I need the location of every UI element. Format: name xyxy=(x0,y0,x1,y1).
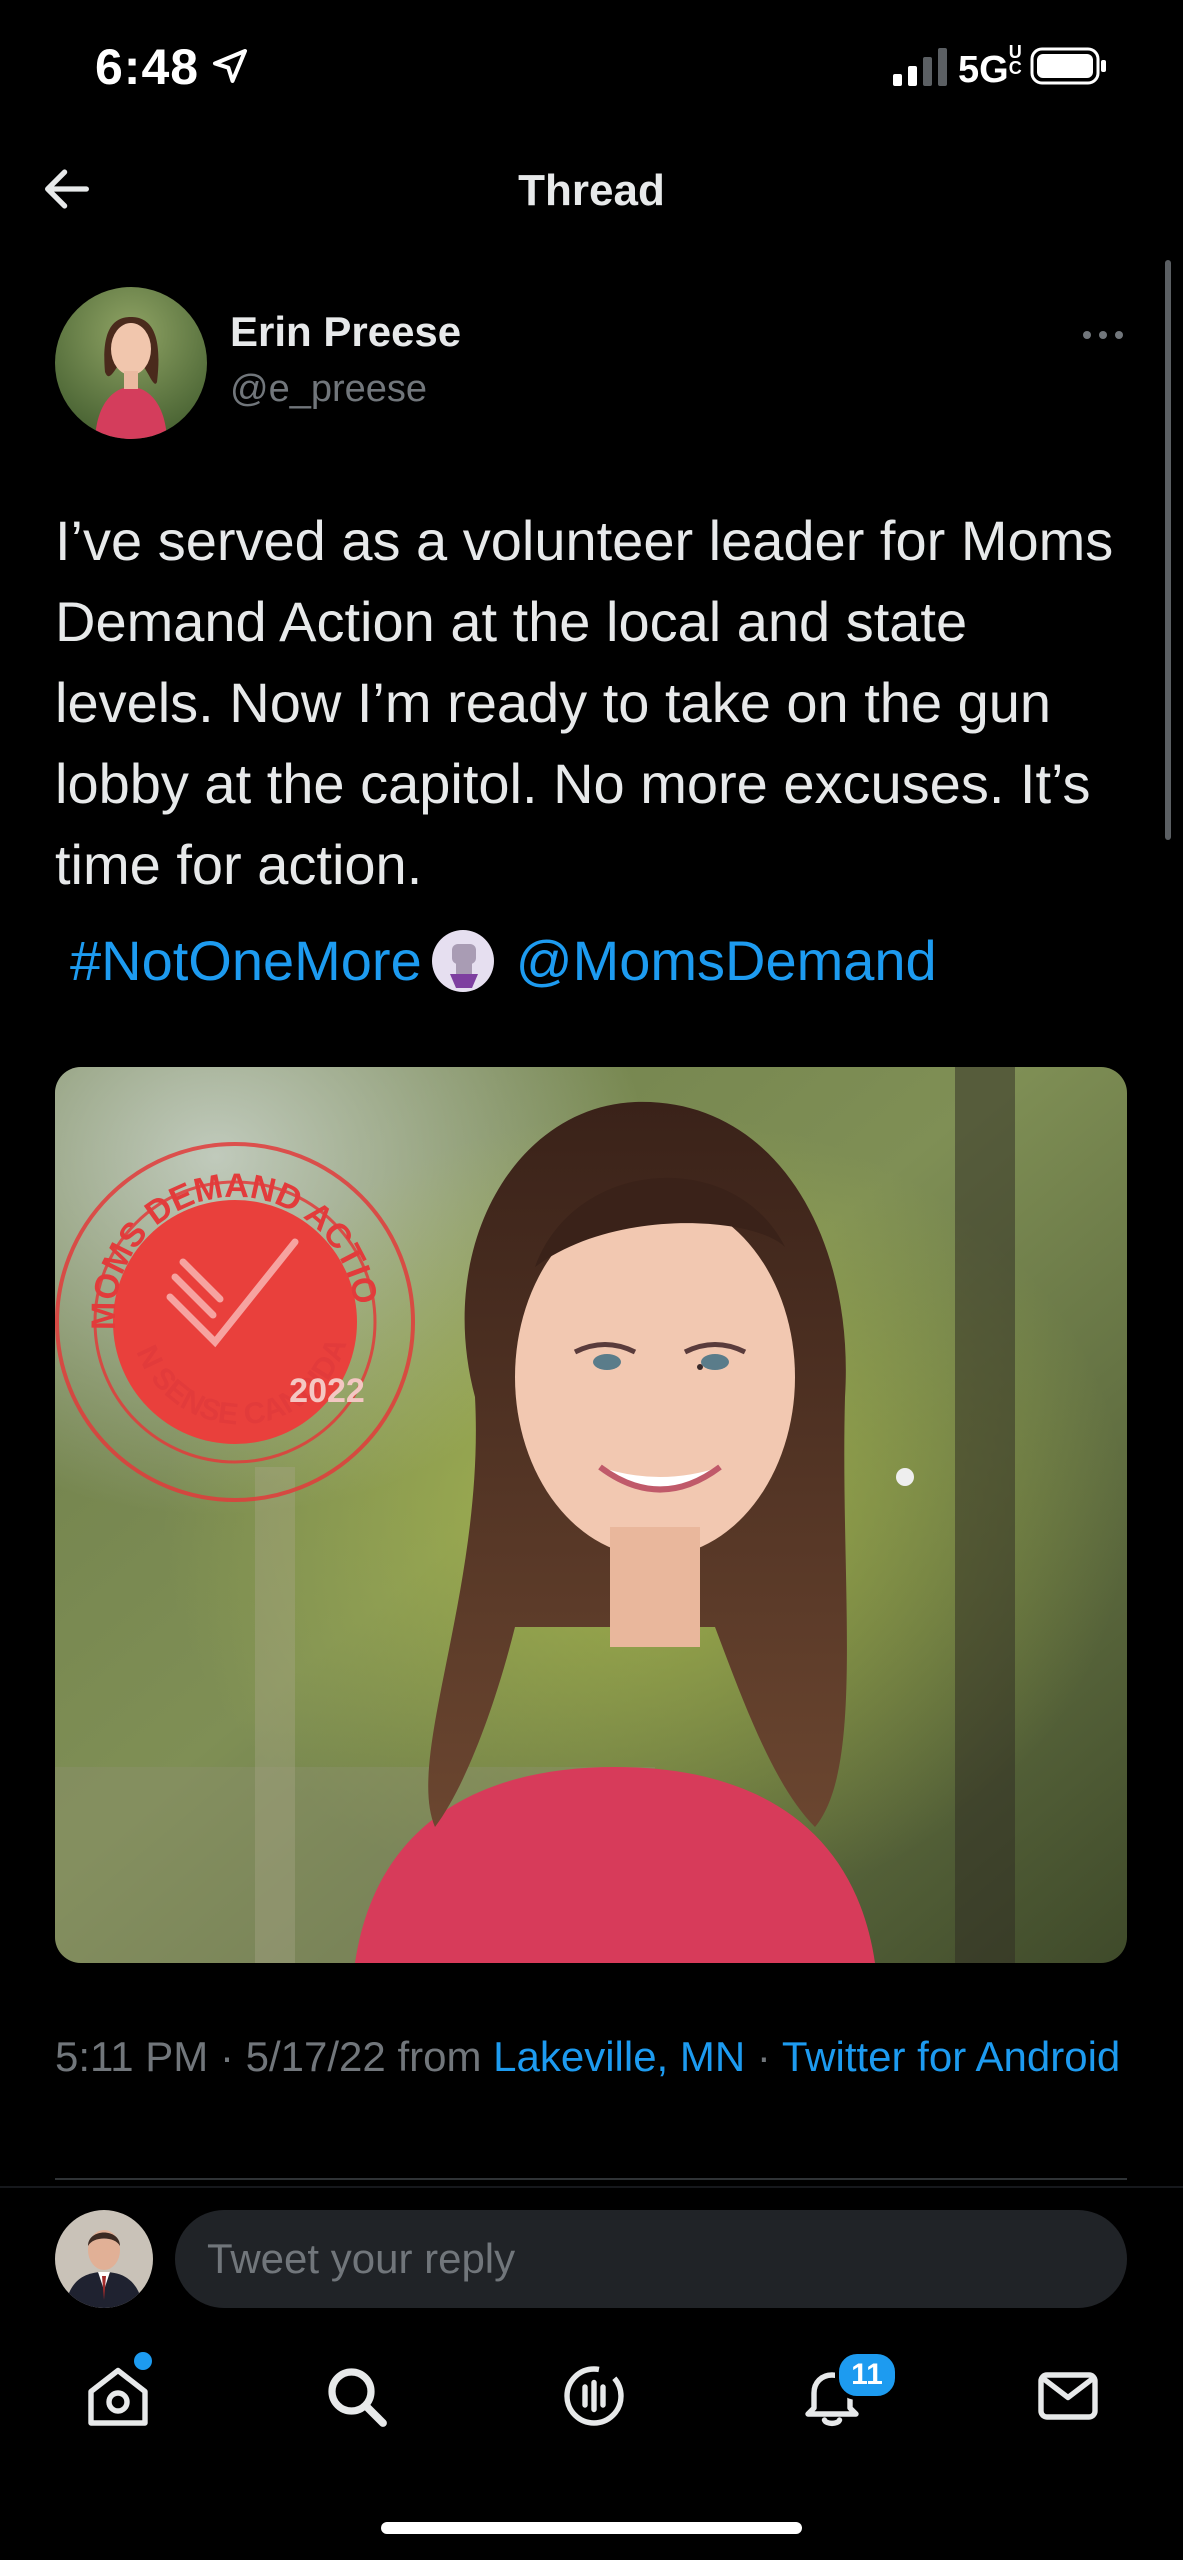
reply-input[interactable] xyxy=(175,2210,1127,2308)
mention-link[interactable]: @MomsDemand xyxy=(516,928,937,993)
my-avatar[interactable] xyxy=(55,2210,153,2308)
location-arrow-icon xyxy=(213,49,247,83)
scrollbar[interactable] xyxy=(1165,260,1171,840)
tweet-meta: 5:11 PM · 5/17/22 from Lakeville, MN · T… xyxy=(55,2028,1135,2086)
divider xyxy=(0,2186,1183,2188)
tweet-photo-image: MOMS DEMAND ACTION GUN SENSE CANDIDATE 2… xyxy=(55,1067,1127,1963)
search-icon[interactable] xyxy=(320,2360,392,2432)
meta-sep: · xyxy=(219,2033,234,2080)
author-handle[interactable]: @e_preese xyxy=(230,368,427,411)
my-avatar-image xyxy=(55,2210,153,2308)
home-unread-dot xyxy=(134,2352,152,2370)
seal-year: 2022 xyxy=(289,1372,365,1410)
status-time: 6:48 xyxy=(95,39,200,95)
home-indicator[interactable] xyxy=(381,2522,802,2534)
meta-sep-2: · xyxy=(756,2033,771,2080)
location-link[interactable]: Lakeville, MN xyxy=(493,2033,745,2080)
more-options-icon[interactable] xyxy=(1080,320,1126,350)
network-sup: UC xyxy=(1008,42,1022,78)
notifications-badge: 11 xyxy=(835,2350,899,2400)
client-link[interactable]: Twitter for Android xyxy=(782,2033,1120,2080)
author-name[interactable]: Erin Preese xyxy=(230,308,461,356)
raised-fist-emoji-icon xyxy=(431,929,494,992)
tweet-time: 5:11 PM xyxy=(55,2033,209,2080)
signal-icon xyxy=(893,48,947,86)
hashtag-link[interactable]: #NotOneMore xyxy=(70,928,422,993)
tweet-photo[interactable]: MOMS DEMAND ACTION GUN SENSE CANDIDATE 2… xyxy=(55,1067,1127,1963)
network-type: 5GUC xyxy=(958,42,1025,92)
page-title: Thread xyxy=(518,166,665,215)
from-label: from xyxy=(397,2033,482,2080)
author-avatar[interactable] xyxy=(55,287,207,439)
spaces-icon[interactable] xyxy=(558,2360,630,2432)
tweet-text: I’ve served as a volunteer leader for Mo… xyxy=(55,509,1114,896)
tweet-date: 5/17/22 xyxy=(245,2033,386,2080)
tweet-tags: #NotOneMore @MomsDemand xyxy=(70,928,937,993)
avatar-image xyxy=(55,287,207,439)
home-icon[interactable] xyxy=(82,2360,154,2432)
divider xyxy=(55,2178,1127,2180)
mail-icon[interactable] xyxy=(1032,2360,1104,2432)
battery-icon xyxy=(1030,47,1106,85)
